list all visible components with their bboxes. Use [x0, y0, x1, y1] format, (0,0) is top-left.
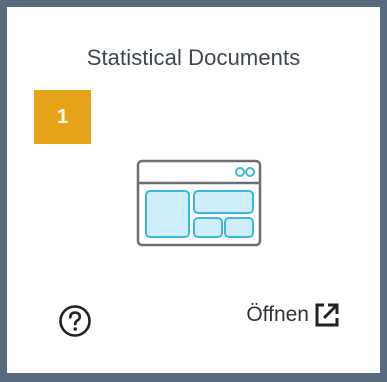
tile-title: Statistical Documents	[86, 45, 301, 70]
help-button[interactable]	[58, 304, 92, 338]
tile-frame: Statistical Documents 1 Öffnen	[0, 0, 387, 382]
help-circle-icon	[59, 305, 91, 337]
application-window-icon	[136, 159, 262, 247]
app-tile[interactable]: Statistical Documents 1 Öffnen	[7, 7, 380, 373]
open-button[interactable]: Öffnen	[246, 301, 341, 329]
open-label: Öffnen	[246, 303, 309, 326]
external-link-icon	[315, 303, 339, 327]
step-badge: 1	[34, 90, 91, 144]
